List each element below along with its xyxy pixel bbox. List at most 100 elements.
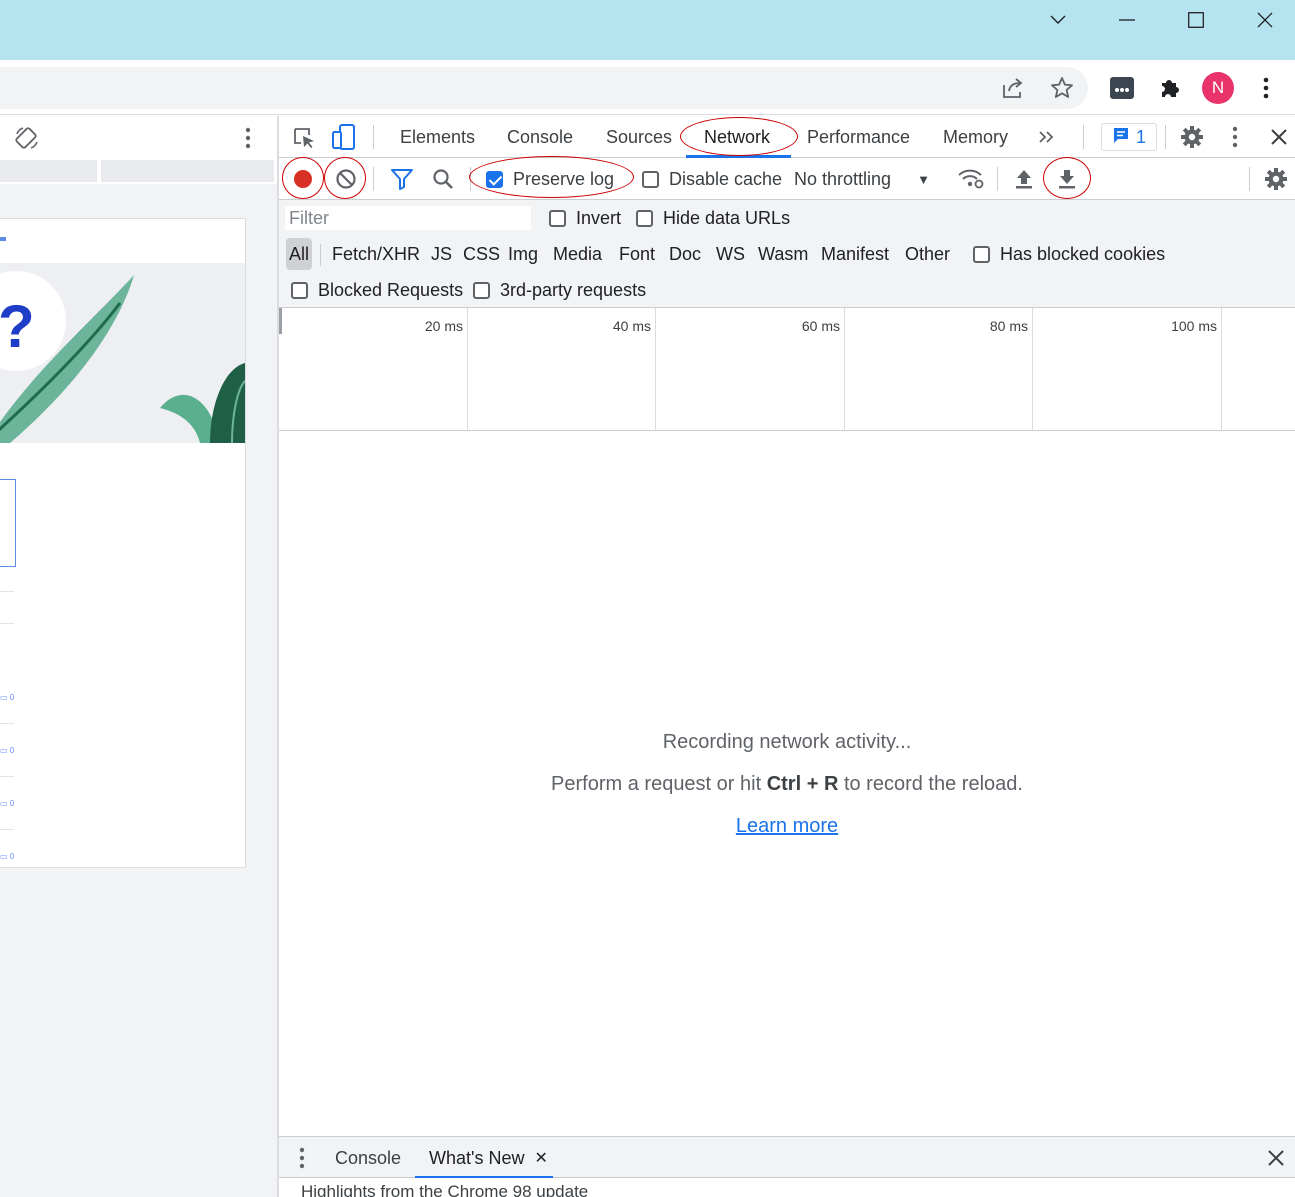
empty-state-title: Recording network activity...: [662, 731, 912, 753]
profile-avatar[interactable]: N: [1202, 72, 1234, 104]
invert-checkbox[interactable]: Invert: [549, 205, 621, 231]
issues-count: 1: [1135, 126, 1146, 147]
devtools-settings-gear-icon[interactable]: [1180, 125, 1204, 154]
blocked-requests-check[interactable]: [291, 281, 308, 299]
share-icon[interactable]: [998, 73, 1028, 103]
emulated-page: ? ▭ 0 ▭ 0 ▭ 0 ▭ 0: [0, 218, 246, 868]
devtools-panel: Elements Console Sources Network Perform…: [279, 116, 1295, 1197]
type-filter-ws[interactable]: WS: [713, 238, 748, 270]
tab-network[interactable]: Network: [704, 116, 770, 158]
has-blocked-cookies-check[interactable]: [973, 245, 990, 263]
rotate-device-icon[interactable]: [14, 125, 40, 156]
type-filter-other[interactable]: Other: [902, 238, 953, 270]
type-filter-media[interactable]: Media: [550, 238, 605, 270]
tab-search-chevron-icon[interactable]: [1035, 0, 1081, 40]
network-overview-timeline[interactable]: 20 ms 40 ms 60 ms 80 ms 100 ms: [279, 308, 1295, 431]
page-link-fragment: [0, 237, 6, 241]
tab-console[interactable]: Console: [507, 116, 573, 158]
close-devtools-icon[interactable]: [1271, 129, 1287, 150]
window-titlebar: [0, 0, 1295, 60]
type-filter-manifest[interactable]: Manifest: [818, 238, 892, 270]
record-button[interactable]: [292, 158, 314, 200]
filter-funnel-icon[interactable]: [390, 158, 414, 200]
invert-check[interactable]: [549, 209, 566, 227]
tab-performance[interactable]: Performance: [807, 116, 910, 158]
media-query-bar[interactable]: [0, 160, 274, 184]
drawer-menu-icon[interactable]: [299, 1137, 305, 1179]
close-window-button[interactable]: [1242, 0, 1288, 40]
comment-count[interactable]: ▭ 0: [0, 693, 14, 702]
close-drawer-icon[interactable]: [1268, 1137, 1284, 1179]
page-divider: [0, 723, 14, 724]
type-filter-fetch-xhr[interactable]: Fetch/XHR: [329, 238, 423, 270]
tab-memory[interactable]: Memory: [943, 116, 1008, 158]
has-blocked-cookies-checkbox[interactable]: Has blocked cookies: [973, 241, 1165, 267]
comment-count[interactable]: ▭ 0: [0, 852, 14, 861]
type-filter-img[interactable]: Img: [505, 238, 541, 270]
learn-more-container: Learn more: [279, 815, 1295, 838]
learn-more-link[interactable]: Learn more: [736, 815, 838, 837]
timeline-start-marker: [279, 308, 282, 334]
password-manager-extension-icon[interactable]: [1107, 73, 1137, 103]
type-filter-wasm[interactable]: Wasm: [755, 238, 811, 270]
more-tabs-chevron-icon[interactable]: [1038, 116, 1054, 158]
filter-input[interactable]: [285, 206, 531, 230]
export-har-download-icon[interactable]: [1057, 158, 1077, 200]
device-toggle-icon[interactable]: [332, 124, 356, 155]
issues-message-icon: [1112, 126, 1130, 149]
drawer-tab-console[interactable]: Console: [335, 1137, 401, 1179]
hide-data-urls-check[interactable]: [636, 209, 653, 227]
network-conditions-wifi-icon[interactable]: [957, 158, 985, 200]
third-party-requests-checkbox[interactable]: 3rd-party requests: [473, 277, 646, 303]
comment-count[interactable]: ▭ 0: [0, 799, 14, 808]
minimize-button[interactable]: [1104, 0, 1150, 40]
third-party-requests-check[interactable]: [473, 281, 490, 299]
blocked-requests-checkbox[interactable]: Blocked Requests: [291, 277, 463, 303]
type-filter-css[interactable]: CSS: [460, 238, 503, 270]
close-tab-icon[interactable]: ✕: [534, 1148, 547, 1168]
whats-new-heading: Highlights from the Chrome 98 update: [301, 1182, 589, 1197]
clear-log-icon[interactable]: [335, 158, 357, 200]
page-input-box[interactable]: [0, 479, 16, 567]
svg-text:?: ?: [0, 293, 35, 360]
empty-state-hint: Perform a request or hit Ctrl + R to rec…: [551, 773, 1023, 795]
search-icon[interactable]: [432, 158, 454, 200]
extensions-puzzle-icon[interactable]: [1155, 73, 1185, 103]
throttling-select[interactable]: No throttling ▼: [794, 158, 930, 200]
timeline-tick-label: 80 ms: [989, 318, 1028, 334]
hero-illustration: ?: [0, 263, 245, 443]
device-toolbar-menu-icon[interactable]: [245, 127, 251, 154]
type-filter-font[interactable]: Font: [616, 238, 658, 270]
comment-icon: ▭: [0, 799, 8, 808]
type-filter-doc[interactable]: Doc: [666, 238, 704, 270]
browser-toolbar: [0, 60, 1295, 115]
timeline-tick-label: 20 ms: [424, 318, 463, 334]
issues-counter-button[interactable]: 1: [1101, 123, 1157, 151]
drawer-tab-whats-new[interactable]: What's New ✕: [429, 1137, 548, 1179]
maximize-button[interactable]: [1173, 0, 1219, 40]
page-divider: [0, 829, 14, 830]
address-bar[interactable]: [0, 67, 1088, 109]
hide-data-urls-checkbox[interactable]: Hide data URLs: [636, 205, 790, 231]
comment-count[interactable]: ▭ 0: [0, 746, 14, 755]
disable-cache-check[interactable]: [642, 170, 659, 188]
bookmark-star-icon[interactable]: [1047, 73, 1077, 103]
timeline-tick-label: 40 ms: [612, 318, 651, 334]
browser-menu-icon[interactable]: [1251, 73, 1281, 103]
timeline-gridline: [467, 308, 468, 430]
devtools-customize-menu-icon[interactable]: [1232, 126, 1238, 153]
page-divider: [0, 591, 14, 592]
page-divider: [0, 776, 14, 777]
type-filter-js[interactable]: JS: [428, 238, 455, 270]
tab-sources[interactable]: Sources: [606, 116, 672, 158]
inspect-element-icon[interactable]: [292, 126, 316, 155]
preserve-log-checkbox[interactable]: Preserve log: [486, 158, 614, 200]
disable-cache-checkbox[interactable]: Disable cache: [642, 158, 782, 200]
tab-elements[interactable]: Elements: [400, 116, 475, 158]
device-toolbar: [0, 116, 277, 158]
type-filter-all[interactable]: All: [286, 238, 313, 270]
preserve-log-check[interactable]: [486, 170, 503, 188]
comment-icon: ▭: [0, 693, 8, 702]
network-settings-gear-icon[interactable]: [1264, 158, 1288, 200]
import-har-upload-icon[interactable]: [1014, 158, 1034, 200]
